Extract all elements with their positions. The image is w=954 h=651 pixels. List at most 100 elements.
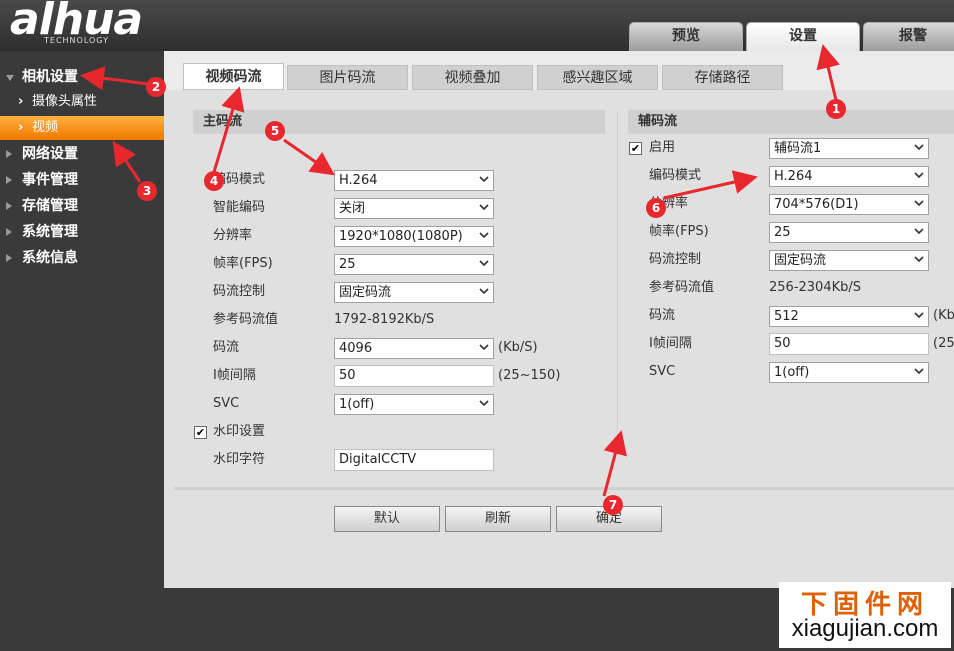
tab-video-overlay[interactable]: 视频叠加: [412, 65, 533, 90]
sidebar-item-camera-settings[interactable]: 相机设置: [0, 65, 164, 89]
sub-iframe-interval-label: I帧间隔: [649, 336, 692, 351]
watermark-char-input[interactable]: DigitalCCTV: [334, 449, 494, 471]
watermark-char-label: 水印字符: [213, 452, 266, 467]
sub-fps-label: 帧率(FPS): [649, 224, 709, 239]
chevron-right-icon: ›: [18, 94, 24, 109]
brand-subtitle: TECHNOLOGY: [44, 36, 109, 45]
sub-svc-select[interactable]: 1(off): [769, 362, 929, 383]
default-button[interactable]: 默认: [334, 506, 440, 532]
sidebar: 相机设置 › 摄像头属性 › 视频 网络设置 事件管理 存储管理 系统管理 系统…: [0, 51, 164, 591]
sub-enable-checkbox[interactable]: ✔: [629, 142, 642, 155]
main-smart-codec-select[interactable]: 关闭: [334, 198, 494, 219]
chevron-down-icon: [479, 344, 489, 351]
chevron-down-icon: [914, 368, 924, 375]
sub-bitrate-control-label: 码流控制: [649, 252, 702, 267]
expand-right-icon: [6, 202, 12, 210]
chevron-right-icon: ›: [18, 120, 24, 135]
sidebar-item-network[interactable]: 网络设置: [0, 142, 164, 166]
select-value: H.264: [339, 173, 378, 188]
main-iframe-interval-input[interactable]: 50: [334, 365, 494, 387]
sidebar-sub-label: 视频: [32, 120, 59, 135]
sidebar-sub-label: 摄像头属性: [32, 94, 98, 109]
expand-right-icon: [6, 150, 12, 158]
sub-bitrate-label: 码流: [649, 308, 676, 323]
bitrate-control-label: 码流控制: [213, 284, 266, 299]
select-value: 512: [774, 309, 799, 324]
sidebar-sub-video[interactable]: › 视频: [0, 116, 164, 140]
tab-video-stream[interactable]: 视频码流: [183, 63, 284, 90]
sub-bitrate-select[interactable]: 512: [769, 306, 929, 327]
step-badge-1: 1: [826, 99, 846, 119]
iframe-range: (25~150): [498, 368, 561, 383]
sub-codec-select[interactable]: H.264: [769, 166, 929, 187]
sub-tab-strip: 视频码流 图片码流 视频叠加 感兴趣区域 存储路径: [164, 51, 954, 90]
sub-stream-select[interactable]: 辅码流1: [769, 138, 929, 159]
select-value: 固定码流: [339, 285, 392, 300]
sub-enable-label: 启用: [649, 140, 676, 155]
step-badge-3: 3: [137, 181, 157, 201]
resolution-label: 分辨率: [213, 228, 253, 243]
step-badge-2: 2: [146, 77, 166, 97]
bitrate-unit: (Kb/S): [498, 340, 538, 355]
sub-codec-label: 编码模式: [649, 168, 702, 183]
tab-alarm[interactable]: 报警: [863, 22, 954, 51]
section-divider: [174, 487, 954, 490]
select-value: 辅码流1: [774, 141, 822, 156]
svc-label: SVC: [213, 396, 240, 411]
tab-roi[interactable]: 感兴趣区域: [537, 65, 658, 90]
tab-picture-stream[interactable]: 图片码流: [287, 65, 408, 90]
watermark-checkbox[interactable]: ✔: [194, 426, 207, 439]
chevron-down-icon: [914, 256, 924, 263]
column-divider: [617, 111, 618, 441]
step-badge-4: 4: [204, 171, 224, 191]
sidebar-item-system[interactable]: 系统管理: [0, 220, 164, 244]
expand-right-icon: [6, 176, 12, 184]
chevron-down-icon: [479, 260, 489, 267]
main-fps-select[interactable]: 25: [334, 254, 494, 275]
sub-iframe-range: (25~: [933, 336, 954, 351]
chevron-down-icon: [479, 204, 489, 211]
tab-preview[interactable]: 预览: [629, 22, 743, 51]
expand-right-icon: [6, 254, 12, 262]
tab-settings[interactable]: 设置: [746, 22, 860, 51]
watermark-label: 水印设置: [213, 424, 266, 439]
select-value: 1(off): [339, 397, 375, 412]
top-header: alhua TECHNOLOGY 预览 设置 报警: [0, 0, 954, 51]
main-codec-select[interactable]: H.264: [334, 170, 494, 191]
sidebar-sub-camera-properties[interactable]: › 摄像头属性: [0, 90, 164, 114]
select-value: 固定码流: [774, 253, 827, 268]
chevron-down-icon: [914, 312, 924, 319]
select-value: 1920*1080(1080P): [339, 229, 463, 244]
main-bitrate-control-select[interactable]: 固定码流: [334, 282, 494, 303]
expand-right-icon: [6, 228, 12, 236]
chevron-down-icon: [479, 176, 489, 183]
chevron-down-icon: [914, 228, 924, 235]
tab-storage-path[interactable]: 存储路径: [662, 65, 783, 90]
select-value: 25: [774, 225, 791, 240]
sidebar-item-label: 事件管理: [22, 172, 78, 188]
step-badge-7: 7: [603, 495, 623, 515]
sub-iframe-interval-input[interactable]: 50: [769, 333, 929, 355]
sub-fps-select[interactable]: 25: [769, 222, 929, 243]
reference-bitrate-value: 1792-8192Kb/S: [334, 312, 435, 327]
bitrate-label: 码流: [213, 340, 240, 355]
sub-reference-bitrate-value: 256-2304Kb/S: [769, 280, 861, 295]
sub-bitrate-unit: (Kb/: [933, 308, 954, 323]
brand-logo: alhua TECHNOLOGY: [4, 0, 164, 50]
sub-bitrate-control-select[interactable]: 固定码流: [769, 250, 929, 271]
iframe-interval-label: I帧间隔: [213, 368, 256, 383]
sidebar-item-system-info[interactable]: 系统信息: [0, 246, 164, 270]
select-value: 704*576(D1): [774, 197, 859, 212]
sidebar-item-label: 系统管理: [22, 224, 78, 240]
main-svc-select[interactable]: 1(off): [334, 394, 494, 415]
refresh-button[interactable]: 刷新: [445, 506, 551, 532]
step-badge-5: 5: [265, 121, 285, 141]
main-bitrate-select[interactable]: 4096: [334, 338, 494, 359]
site-watermark: 下固件网 xiagujian.com: [779, 582, 951, 648]
expand-down-icon: [6, 75, 14, 81]
sub-svc-label: SVC: [649, 364, 676, 379]
sub-resolution-select[interactable]: 704*576(D1): [769, 194, 929, 215]
select-value: 25: [339, 257, 356, 272]
fps-label: 帧率(FPS): [213, 256, 273, 271]
main-resolution-select[interactable]: 1920*1080(1080P): [334, 226, 494, 247]
